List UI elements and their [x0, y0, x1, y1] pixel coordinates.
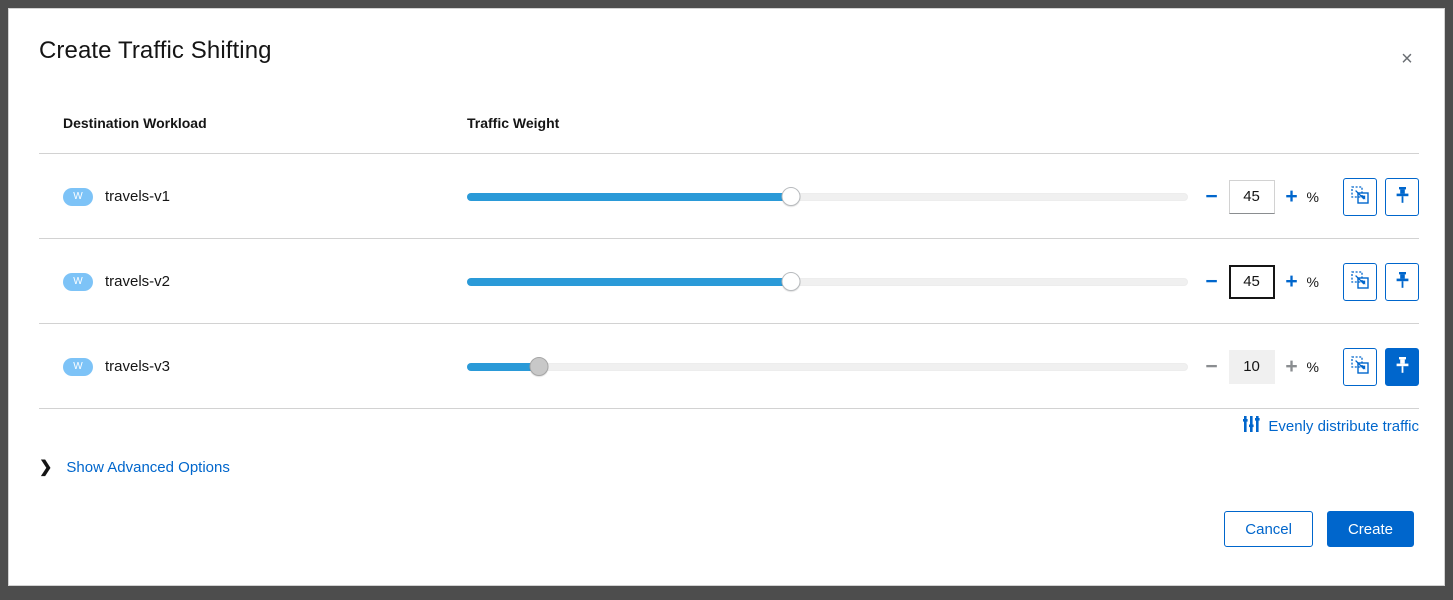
traffic-weight-slider[interactable]	[467, 187, 1188, 207]
slider-thumb[interactable]	[781, 272, 801, 291]
table-row: Wtravels-v2 − +%	[39, 239, 1419, 324]
slider-track[interactable]	[467, 362, 1188, 371]
table-row: Wtravels-v3 − +%	[39, 324, 1419, 409]
chevron-right-icon[interactable]: ❯	[39, 459, 52, 476]
advanced-options-row[interactable]: ❯ Show Advanced Options	[39, 459, 230, 476]
destination-workload-cell: Wtravels-v3	[63, 324, 170, 409]
close-icon[interactable]: ×	[1392, 44, 1422, 74]
workload-badge-icon: W	[63, 357, 93, 376]
pin-weight-button[interactable]	[1385, 347, 1419, 386]
evenly-distribute-traffic-button[interactable]: Evenly distribute traffic	[1243, 416, 1419, 436]
workload-badge-icon: W	[63, 272, 93, 291]
pin-icon	[1395, 356, 1410, 377]
pin-weight-button[interactable]	[1385, 262, 1419, 301]
workload-name: travels-v3	[105, 358, 171, 375]
traffic-weight-cell	[467, 324, 1192, 409]
workload-name: travels-v1	[105, 188, 171, 205]
workload-name: travels-v2	[105, 273, 171, 290]
weight-input[interactable]	[1228, 264, 1275, 299]
decrement-weight-button[interactable]: −	[1201, 352, 1223, 382]
increment-weight-button[interactable]: +	[1281, 352, 1303, 382]
pin-weight-button[interactable]	[1385, 177, 1419, 216]
create-button[interactable]: Create	[1326, 511, 1414, 547]
destination-workload-cell: Wtravels-v1	[63, 154, 170, 239]
column-header-destination-workload: Destination Workload	[63, 115, 207, 131]
traffic-weight-cell	[467, 154, 1192, 239]
clone-icon	[1351, 271, 1369, 292]
page-title: Create Traffic Shifting	[39, 37, 272, 64]
table-header-row: Destination Workload Traffic Weight	[39, 109, 1419, 154]
decrement-weight-button[interactable]: −	[1201, 267, 1223, 297]
weight-input[interactable]	[1228, 179, 1275, 214]
table-row: Wtravels-v1 − +%	[39, 154, 1419, 239]
clone-workload-button[interactable]	[1343, 347, 1377, 386]
sliders-icon	[1243, 416, 1260, 436]
workload-badge-icon: W	[63, 187, 93, 206]
slider-fill	[467, 277, 791, 286]
pin-icon	[1395, 271, 1410, 292]
slider-fill	[467, 362, 539, 371]
weight-input[interactable]	[1228, 349, 1275, 384]
traffic-weight-slider[interactable]	[467, 272, 1188, 292]
show-advanced-options-link[interactable]: Show Advanced Options	[66, 459, 229, 476]
slider-thumb[interactable]	[781, 187, 801, 206]
clone-icon	[1351, 356, 1369, 377]
evenly-distribute-row: Evenly distribute traffic	[39, 416, 1419, 448]
create-traffic-shifting-dialog: Create Traffic Shifting × Destination Wo…	[8, 8, 1445, 586]
percent-label: %	[1306, 188, 1319, 205]
pin-icon	[1395, 186, 1410, 207]
traffic-weight-slider[interactable]	[467, 357, 1188, 377]
decrement-weight-button[interactable]: −	[1201, 182, 1223, 212]
clone-workload-button[interactable]	[1343, 262, 1377, 301]
dialog-footer: Cancel Create	[1224, 511, 1414, 547]
slider-fill	[467, 192, 791, 201]
slider-thumb[interactable]	[529, 357, 549, 376]
clone-icon	[1351, 186, 1369, 207]
traffic-weight-cell	[467, 239, 1192, 324]
weight-stepper-cell: − +%	[1201, 239, 1419, 324]
dialog-header: Create Traffic Shifting ×	[9, 9, 1444, 95]
evenly-distribute-label: Evenly distribute traffic	[1268, 417, 1419, 435]
destination-workload-cell: Wtravels-v2	[63, 239, 170, 324]
weight-stepper-cell: − +%	[1201, 324, 1419, 409]
table-body: Wtravels-v1 − +% Wtravels-v2 − +% Wtravels-v3 −…	[39, 154, 1419, 409]
column-header-traffic-weight: Traffic Weight	[467, 115, 560, 131]
cancel-button[interactable]: Cancel	[1224, 511, 1313, 547]
weight-stepper-cell: − +%	[1201, 154, 1419, 239]
increment-weight-button[interactable]: +	[1281, 267, 1303, 297]
percent-label: %	[1306, 273, 1319, 290]
increment-weight-button[interactable]: +	[1281, 182, 1303, 212]
clone-workload-button[interactable]	[1343, 177, 1377, 216]
traffic-weight-table: Destination Workload Traffic Weight Wtra…	[39, 109, 1419, 409]
percent-label: %	[1306, 358, 1319, 375]
